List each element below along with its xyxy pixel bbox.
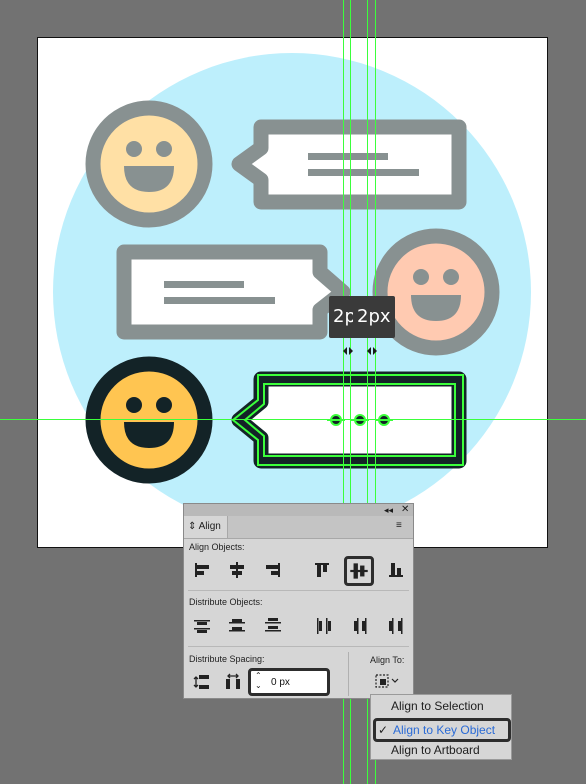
spinner-down-icon[interactable]: ⌄ — [255, 681, 262, 691]
horizontal-distribute-space-button[interactable] — [222, 671, 244, 693]
selected-anchor-points[interactable] — [327, 414, 393, 426]
speech-bubble-middle[interactable] — [116, 244, 351, 340]
menu-item-align-to-artboard[interactable]: Align to Artboard — [371, 740, 511, 760]
align-objects-label: Align Objects: — [189, 542, 245, 552]
align-to-label: Align To: — [370, 655, 405, 665]
align-panel: ◂◂ ✕ ⇕ Align ≡ Align Objects: Distribute… — [183, 503, 414, 699]
spacing-field: ⌃ ⌄ — [248, 668, 330, 696]
align-to-key-object-button[interactable] — [372, 670, 402, 692]
smiley-top-left[interactable] — [85, 100, 213, 228]
panel-tab-row: ⇕ Align ≡ — [184, 516, 413, 539]
spinner-up-icon[interactable]: ⌃ — [255, 671, 262, 681]
horizontal-align-center-button[interactable] — [226, 559, 248, 581]
separator — [188, 646, 409, 647]
spacing-arrows-icon — [343, 347, 377, 355]
smiley-right[interactable] — [372, 228, 500, 356]
vertical-align-top-button[interactable] — [311, 559, 333, 581]
panel-titlebar[interactable]: ◂◂ ✕ — [184, 504, 413, 516]
close-icon[interactable]: ✕ — [401, 504, 409, 516]
horizontal-align-right-button[interactable] — [262, 559, 284, 581]
distribute-objects-label: Distribute Objects: — [189, 597, 263, 607]
tab-align-label: Align — [198, 521, 221, 532]
horizontal-distribute-right-button[interactable] — [385, 615, 407, 637]
menu-item-align-to-key-object[interactable]: ✓ Align to Key Object — [373, 718, 511, 742]
separator-vertical — [348, 652, 349, 696]
horizontal-distribute-left-button[interactable] — [313, 615, 335, 637]
speech-bubble-bottom-selected[interactable] — [231, 371, 467, 469]
vertical-distribute-space-button[interactable] — [191, 671, 213, 693]
tab-arrows-icon: ⇕ — [188, 521, 197, 532]
vertical-align-bottom-button[interactable] — [385, 559, 407, 581]
horizontal-align-left-button[interactable] — [191, 559, 213, 581]
checkmark-icon: ✓ — [378, 723, 389, 737]
spacing-input[interactable] — [271, 674, 327, 690]
vertical-distribute-bottom-button[interactable] — [262, 615, 284, 637]
vertical-distribute-center-button[interactable] — [226, 615, 248, 637]
chat-illustration — [53, 53, 531, 531]
menu-item-align-to-selection[interactable]: Align to Selection — [371, 696, 511, 716]
align-to-menu: Align to Selection ✓ Align to Key Object… — [370, 694, 512, 760]
smiley-bottom-left[interactable] — [85, 356, 213, 484]
panel-menu-icon[interactable]: ≡ — [396, 521, 406, 531]
vertical-distribute-top-button[interactable] — [191, 615, 213, 637]
distribute-spacing-label: Distribute Spacing: — [189, 654, 265, 664]
tab-align[interactable]: ⇕ Align — [184, 516, 228, 538]
distance-tooltip-right: 2px — [353, 296, 395, 338]
horizontal-distribute-center-button[interactable] — [349, 615, 371, 637]
separator — [188, 590, 409, 591]
artboard — [37, 37, 548, 548]
vertical-align-center-button[interactable] — [344, 556, 374, 586]
smart-guide-horizontal — [0, 419, 586, 420]
speech-bubble-top[interactable] — [231, 119, 467, 210]
menu-item-label: Align to Key Object — [393, 723, 496, 737]
collapse-icon[interactable]: ◂◂ — [384, 504, 393, 516]
